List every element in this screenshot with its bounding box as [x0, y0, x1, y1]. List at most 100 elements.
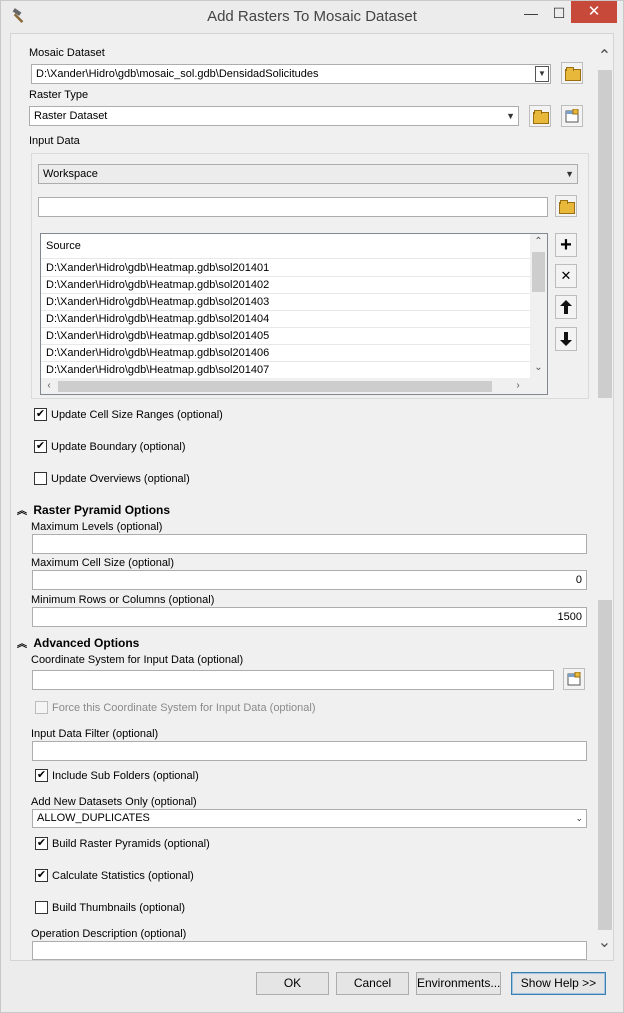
list-vertical-scrollbar[interactable]: ⌃ ⌄ [530, 234, 547, 378]
build-thumbnails-checkbox[interactable] [35, 901, 48, 914]
open-folder-button[interactable] [561, 62, 583, 84]
chevron-down-icon: ⌄ [575, 813, 583, 823]
force-coordinate-label: Force this Coordinate System for Input D… [52, 702, 316, 714]
scroll-up-icon[interactable]: ⌃ [596, 46, 613, 66]
scroll-right-icon[interactable]: › [513, 380, 523, 391]
input-data-list: Source D:\Xander\Hidro\gdb\Heatmap.gdb\s… [40, 233, 548, 395]
min-rows-label: Minimum Rows or Columns (optional) [31, 594, 215, 606]
list-item[interactable]: D:\Xander\Hidro\gdb\Heatmap.gdb\sol20140… [46, 347, 269, 359]
show-help-button[interactable]: Show Help >> [511, 972, 606, 995]
list-separator [41, 258, 530, 259]
move-up-button[interactable] [555, 295, 577, 319]
raster-type-folder-button[interactable] [529, 105, 551, 127]
environments-button[interactable]: Environments... [416, 972, 501, 995]
chevron-down-icon: ▼ [535, 66, 549, 82]
list-separator [41, 361, 530, 362]
input-data-mode-value: Workspace [43, 168, 98, 180]
scroll-down-icon[interactable]: ⌄ [596, 932, 613, 952]
input-data-filter-label: Input Data Filter (optional) [31, 728, 159, 740]
list-separator [41, 310, 530, 311]
properties-icon [567, 672, 580, 686]
list-horizontal-scrollbar[interactable]: ‹ › [41, 378, 547, 394]
checkmark-icon: ✔ [35, 440, 46, 452]
max-cell-size-label: Maximum Cell Size (optional) [31, 557, 175, 569]
list-scroll-thumb[interactable] [532, 252, 545, 292]
max-levels-label: Maximum Levels (optional) [31, 521, 163, 533]
include-sub-folders-checkbox[interactable]: ✔ [35, 769, 48, 782]
remove-row-button[interactable]: ✕ [555, 264, 577, 288]
calculate-statistics-checkbox[interactable]: ✔ [35, 869, 48, 882]
checkmark-icon: ✔ [35, 408, 46, 420]
list-item[interactable]: D:\Xander\Hidro\gdb\Heatmap.gdb\sol20140… [46, 296, 269, 308]
maximize-button[interactable]: ☐ [549, 3, 569, 23]
max-levels-field[interactable] [32, 534, 587, 554]
move-down-button[interactable] [555, 327, 577, 351]
raster-type-properties-button[interactable] [561, 105, 583, 127]
main-vertical-scrollbar[interactable]: ⌃ ⌄ [596, 44, 613, 952]
add-new-datasets-value: ALLOW_DUPLICATES [37, 812, 150, 824]
folder-icon [532, 110, 549, 124]
mosaic-dataset-value: D:\Xander\Hidro\gdb\mosaic_sol.gdb\Densi… [36, 68, 319, 80]
update-cell-size-checkbox[interactable]: ✔ [34, 408, 47, 421]
coordinate-system-field[interactable] [32, 670, 554, 690]
scroll-up-icon[interactable]: ⌃ [530, 236, 547, 247]
advanced-section-title: Advanced Options [33, 636, 140, 650]
checkmark-icon: ✔ [36, 837, 47, 849]
pyramid-section-header[interactable]: ︽ Raster Pyramid Options [17, 502, 170, 517]
list-item[interactable]: D:\Xander\Hidro\gdb\Heatmap.gdb\sol20140… [46, 262, 269, 274]
close-button[interactable]: ✕ [571, 1, 617, 23]
operation-description-label: Operation Description (optional) [31, 928, 187, 940]
coordinate-system-properties-button[interactable] [563, 668, 585, 690]
arrow-up-icon [560, 300, 572, 314]
mosaic-dataset-label: Mosaic Dataset [29, 47, 105, 59]
list-hscroll-thumb[interactable] [58, 381, 492, 392]
list-item[interactable]: D:\Xander\Hidro\gdb\Heatmap.gdb\sol20140… [46, 364, 269, 376]
parameters-panel: Mosaic Dataset D:\Xander\Hidro\gdb\mosai… [10, 33, 614, 961]
raster-type-label: Raster Type [29, 89, 89, 101]
list-header-source: Source [46, 240, 81, 252]
input-data-folder-button[interactable] [555, 195, 577, 217]
update-overviews-label: Update Overviews (optional) [51, 473, 190, 485]
cancel-button[interactable]: Cancel [336, 972, 409, 995]
ok-button[interactable]: OK [256, 972, 329, 995]
add-row-button[interactable]: + [555, 233, 577, 257]
update-cell-size-label: Update Cell Size Ranges (optional) [51, 409, 223, 421]
list-item[interactable]: D:\Xander\Hidro\gdb\Heatmap.gdb\sol20140… [46, 330, 269, 342]
add-new-datasets-combo[interactable]: ALLOW_DUPLICATES ⌄ [32, 809, 587, 828]
folder-icon [564, 67, 581, 81]
list-separator [41, 327, 530, 328]
build-pyramids-checkbox[interactable]: ✔ [35, 837, 48, 850]
max-cell-size-field[interactable]: 0 [32, 570, 587, 590]
raster-type-combo[interactable]: Raster Dataset ▼ [29, 106, 519, 126]
delete-icon: ✕ [560, 268, 572, 283]
dialog-window: Add Rasters To Mosaic Dataset — ☐ ✕ Mosa… [0, 0, 624, 1013]
add-new-datasets-label: Add New Datasets Only (optional) [31, 796, 197, 808]
main-scroll-thumb-upper[interactable] [598, 70, 612, 398]
list-item[interactable]: D:\Xander\Hidro\gdb\Heatmap.gdb\sol20140… [46, 279, 269, 291]
build-thumbnails-label: Build Thumbnails (optional) [52, 902, 186, 914]
properties-icon [565, 109, 578, 123]
chevron-down-icon: ▼ [565, 169, 574, 179]
folder-icon [558, 200, 575, 214]
minimize-button[interactable]: — [521, 3, 541, 23]
list-item[interactable]: D:\Xander\Hidro\gdb\Heatmap.gdb\sol20140… [46, 313, 269, 325]
build-pyramids-label: Build Raster Pyramids (optional) [52, 838, 210, 850]
coordinate-system-label: Coordinate System for Input Data (option… [31, 654, 244, 666]
scroll-down-icon[interactable]: ⌄ [530, 362, 547, 373]
plus-icon: + [560, 234, 572, 256]
update-boundary-label: Update Boundary (optional) [51, 441, 186, 453]
calculate-statistics-label: Calculate Statistics (optional) [52, 870, 194, 882]
input-data-mode-combo[interactable]: Workspace ▼ [38, 164, 578, 184]
scroll-left-icon[interactable]: ‹ [44, 380, 54, 391]
min-rows-field[interactable]: 1500 [32, 607, 587, 627]
force-coordinate-checkbox[interactable] [35, 701, 48, 714]
main-scroll-thumb-lower[interactable] [598, 600, 612, 930]
input-data-filter-field[interactable] [32, 741, 587, 761]
arrow-down-icon [560, 332, 572, 346]
advanced-section-header[interactable]: ︽ Advanced Options [17, 635, 139, 650]
update-overviews-checkbox[interactable] [34, 472, 47, 485]
input-data-path-field[interactable] [38, 197, 548, 217]
operation-description-field[interactable] [32, 941, 587, 960]
mosaic-dataset-combo[interactable]: D:\Xander\Hidro\gdb\mosaic_sol.gdb\Densi… [31, 64, 551, 84]
update-boundary-checkbox[interactable]: ✔ [34, 440, 47, 453]
